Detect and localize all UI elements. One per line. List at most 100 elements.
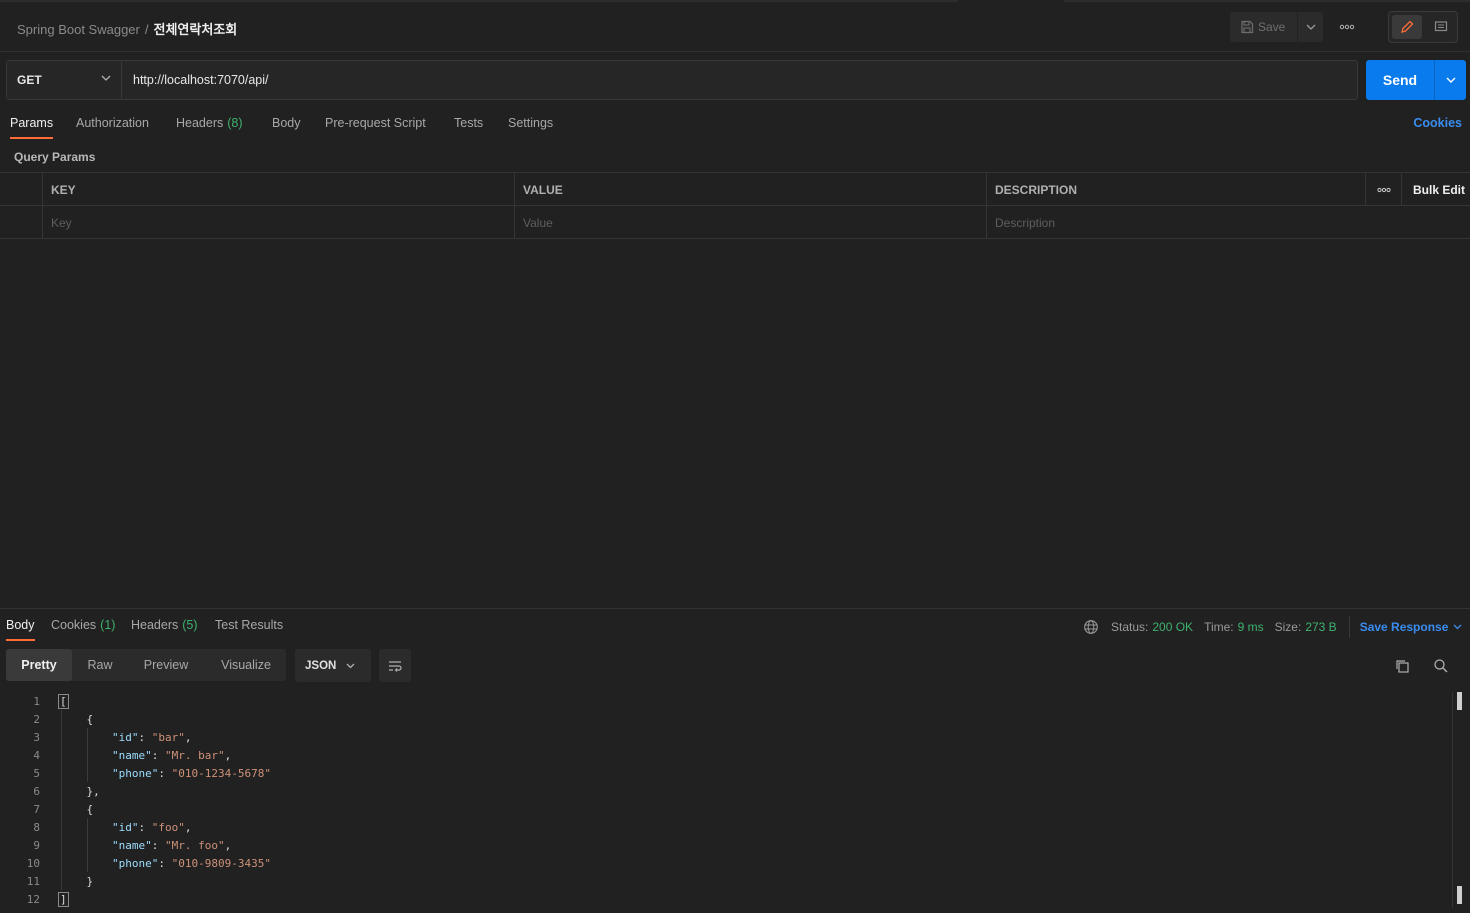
response-tab-body-label: Body <box>6 618 35 632</box>
description-column-header: DESCRIPTION <box>987 173 1366 206</box>
row-checkbox-cell[interactable] <box>0 206 43 239</box>
size-value[interactable]: 273 B <box>1305 620 1336 634</box>
more-actions-button[interactable] <box>1334 17 1360 37</box>
json-key: "phone" <box>112 766 159 780</box>
code-text: [ <box>58 693 69 709</box>
query-params-table: KEY VALUE DESCRIPTION Bulk Edit Key Valu… <box>0 172 1470 239</box>
copy-response-button[interactable] <box>1390 654 1414 678</box>
status-label: Status: <box>1111 620 1149 634</box>
json-punct: , <box>224 748 232 762</box>
tab-headers-count: (8) <box>227 116 243 130</box>
documentation-mode-button[interactable] <box>1426 15 1456 39</box>
tab-pre-request-script-label: Pre-request Script <box>325 116 426 130</box>
checkbox-column-header <box>0 173 43 206</box>
response-tab-test-results[interactable]: Test Results <box>215 610 283 642</box>
tab-body-label: Body <box>272 116 301 130</box>
json-key: "phone" <box>112 856 159 870</box>
search-response-button[interactable] <box>1429 654 1453 678</box>
table-header-row: KEY VALUE DESCRIPTION Bulk Edit <box>0 173 1470 206</box>
more-horizontal-icon <box>1339 24 1355 30</box>
url-bar: GET <box>6 60 1358 100</box>
tab-tests[interactable]: Tests <box>454 108 483 140</box>
response-tab-cookies[interactable]: Cookies (1) <box>51 610 115 642</box>
code-line: 11 } <box>0 872 1450 890</box>
json-value: "010-1234-5678" <box>171 766 271 780</box>
tab-params[interactable]: Params <box>10 108 54 140</box>
json-key: "id" <box>112 820 139 834</box>
view-mode-visualize[interactable]: Visualize <box>209 649 283 681</box>
globe-icon[interactable] <box>1083 619 1099 635</box>
view-mode-switch <box>1388 11 1458 43</box>
code-line: 2 { <box>0 710 1450 728</box>
line-number: 3 <box>33 730 40 744</box>
response-tab-headers[interactable]: Headers (5) <box>131 610 198 642</box>
json-value: "bar" <box>151 730 185 744</box>
tab-body[interactable]: Body <box>272 108 301 140</box>
response-view-modes: Pretty Raw Preview Visualize <box>6 649 286 681</box>
response-format-value: JSON <box>305 659 337 672</box>
url-input[interactable] <box>123 61 1353 99</box>
tab-authorization[interactable]: Authorization <box>76 108 149 140</box>
breadcrumb-request-name[interactable]: 전체연락처조회 <box>153 22 237 37</box>
tab-strip-line <box>0 0 1470 2</box>
json-value: "010-9809-3435" <box>171 856 271 870</box>
send-button[interactable]: Send <box>1366 60 1434 100</box>
http-method-select[interactable]: GET <box>7 61 122 99</box>
json-value: "Mr. bar" <box>165 748 225 762</box>
code-scrollbar[interactable] <box>1452 692 1462 908</box>
param-key-input[interactable]: Key <box>43 206 515 239</box>
code-line: 9 "name": "Mr. foo", <box>0 836 1450 854</box>
response-pane-divider[interactable] <box>0 608 1470 609</box>
code-line: 5 "phone": "010-1234-5678" <box>0 764 1450 782</box>
response-body-code[interactable]: 1[ 2 { 3 "id": "bar", 4 "name": "Mr. bar",… <box>0 692 1450 913</box>
view-mode-pretty[interactable]: Pretty <box>6 649 72 681</box>
response-tab-headers-label: Headers <box>131 618 179 632</box>
tab-pre-request-script[interactable]: Pre-request Script <box>325 108 426 140</box>
view-mode-raw[interactable]: Raw <box>72 649 128 681</box>
json-key: "name" <box>112 748 152 762</box>
column-options-button[interactable] <box>1366 173 1402 206</box>
send-options-button[interactable] <box>1435 60 1466 100</box>
code-line: 3 "id": "bar", <box>0 728 1450 746</box>
json-key: "name" <box>112 838 152 852</box>
time-value[interactable]: 9 ms <box>1238 620 1264 634</box>
cookies-link[interactable]: Cookies <box>1413 116 1462 130</box>
edit-mode-button[interactable] <box>1392 15 1422 39</box>
http-method-value: GET <box>17 73 42 87</box>
wrap-lines-button[interactable] <box>379 649 411 682</box>
view-mode-preview[interactable]: Preview <box>132 649 200 681</box>
line-number: 4 <box>33 748 40 762</box>
response-status-bar: Status: 200 OK Time: 9 ms Size: 273 B Save … <box>1083 616 1463 638</box>
response-format-select[interactable]: JSON <box>295 649 371 682</box>
json-punct: , <box>224 838 232 852</box>
json-punct: , <box>184 820 192 834</box>
line-number: 12 <box>26 892 40 906</box>
breadcrumb-collection[interactable]: Spring Boot Swagger <box>17 22 140 37</box>
code-line: 7 { <box>0 800 1450 818</box>
line-number: 1 <box>33 694 40 708</box>
code-line: 1[ <box>0 692 1450 710</box>
tab-authorization-label: Authorization <box>76 116 149 130</box>
code-line: 8 "id": "foo", <box>0 818 1450 836</box>
breadcrumb: Spring Boot Swagger / 전체연락처조회 <box>17 19 237 38</box>
size-label: Size: <box>1274 620 1302 634</box>
save-response-button[interactable]: Save Response <box>1360 620 1463 634</box>
chevron-down-icon <box>101 75 111 81</box>
send-button-group: Send <box>1366 60 1466 100</box>
save-button[interactable]: Save <box>1230 12 1297 42</box>
code-line: 4 "name": "Mr. bar", <box>0 746 1450 764</box>
response-tab-body[interactable]: Body <box>6 610 35 642</box>
line-number: 8 <box>33 820 40 834</box>
param-description-input[interactable]: Description <box>987 206 1470 239</box>
chevron-down-icon <box>1306 24 1315 30</box>
tab-settings[interactable]: Settings <box>508 108 553 140</box>
key-column-header: KEY <box>43 173 515 206</box>
response-tab-cookies-count: (1) <box>100 618 116 632</box>
tab-settings-label: Settings <box>508 116 554 130</box>
param-value-input[interactable]: Value <box>515 206 987 239</box>
tab-headers[interactable]: Headers (8) <box>176 108 243 140</box>
save-options-button[interactable] <box>1298 12 1323 42</box>
status-value[interactable]: 200 OK <box>1152 620 1193 634</box>
bulk-edit-button[interactable]: Bulk Edit <box>1413 173 1465 206</box>
code-text: }, <box>60 784 100 798</box>
